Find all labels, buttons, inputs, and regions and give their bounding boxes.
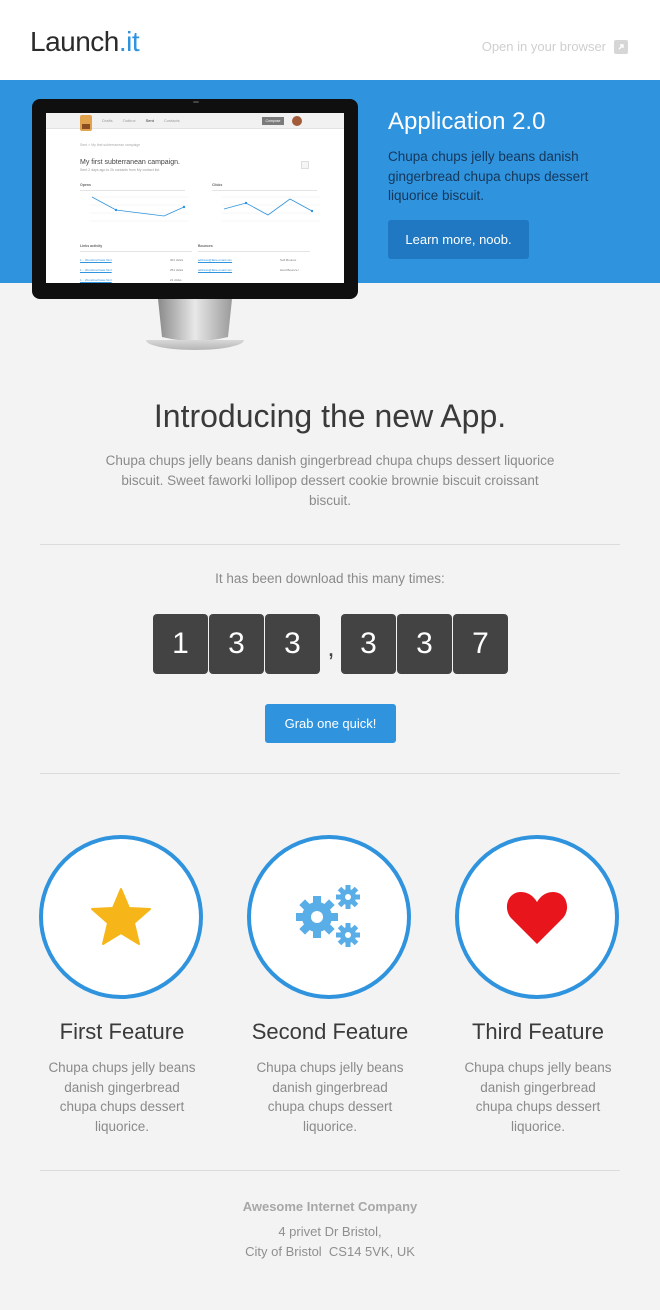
logo-accent: .it [118,26,140,57]
feature-circle-third [455,835,619,999]
clicks-chart [222,196,320,222]
feature-circle-first [39,835,203,999]
cake-logo-icon [80,115,92,131]
divider [80,251,192,252]
screen-nav-link: Outbox [122,118,136,123]
links-activity-label: Links activity [80,244,103,248]
grab-one-button[interactable]: Grab one quick! [265,704,396,743]
counter-digit: 3 [397,614,452,674]
star-icon [91,888,151,945]
monitor-camera [193,101,199,103]
bounce-email: address@fake-email.com [198,258,233,262]
screen-compose-button: Compose [262,117,284,125]
feature-circle-second [247,835,411,999]
counter-digit: 7 [453,614,508,674]
header: Launch.it Open in your browser [0,0,660,80]
hero-text: Chupa chups jelly beans danish gingerbre… [388,149,589,203]
feature-title-first: First Feature [59,1019,185,1044]
footer-address-line1: 4 privet Dr Bristol, [278,1224,382,1239]
heart-icon [506,892,568,944]
logo-main: Launch [30,26,119,57]
screen-nav: Drafts Outbox Sent Contacts Compose [46,113,344,131]
counter-digit: 3 [265,614,320,674]
screen-nav-link: Drafts [102,118,113,123]
divider [40,773,620,774]
learn-more-button[interactable]: Learn more, noob. [388,220,529,259]
link-row: 1... 2bundnochwas.html [80,258,112,262]
screen-nav-link: Sent [145,118,154,123]
counter-digit: 1 [153,614,208,674]
divider [40,544,620,545]
bounces-label: Bounces [198,244,213,248]
avatar [292,116,302,126]
open-in-browser-link[interactable]: Open in your browser [482,39,628,54]
link-count: 21 clicks [170,278,182,282]
footer-address: 4 privet Dr Bristol, City of Bristol CS1… [0,1222,660,1261]
link-count: 251 clicks [170,268,184,272]
opens-label: Opens [80,183,91,187]
open-in-browser-label: Open in your browser [481,39,606,54]
feature-title-third: Third Feature [471,1019,605,1044]
screen-subtitle: Sent 2 days ago to 2k contacts from My c… [80,168,160,172]
divider [80,190,185,191]
screen-settings-icon [301,161,309,169]
gears-icon [296,885,360,947]
footer-address-line2: City of Bristol CS14 5VK, UK [245,1243,415,1259]
clicks-label: Clicks [212,183,223,187]
download-counter-caption: It has been download this many times: [215,571,445,586]
counter-digit: 3 [209,614,264,674]
link-row: 1... 2bundnochwas.html [80,278,112,282]
screen-preview: Drafts Outbox Sent Contacts Compose Sent… [46,113,344,283]
feature-text-first: Chupa chups jelly beans danish gingerbre… [48,1060,196,1134]
bounce-type: Soft Bounce [280,258,297,262]
intro-title: Introducing the new App. [153,398,507,434]
divider [40,1170,620,1171]
counter-separator: , [327,632,335,662]
screen-nav-link: Contacts [163,118,180,123]
counter-digit: 3 [341,614,396,674]
external-link-icon [614,39,628,54]
hero-title: Application 2.0 [388,108,546,135]
feature-text-second: Chupa chups jelly beans danish gingerbre… [256,1060,404,1134]
screen-breadcrumb: Sent > My first subterranean campaign [80,143,141,147]
monitor-illustration: Drafts Outbox Sent Contacts Compose Sent… [32,99,358,299]
footer-company: Awesome Internet Company [242,1199,418,1214]
link-row: 1... 2bundnochwas.html [80,268,112,272]
divider [212,190,317,191]
logo[interactable]: Launch.it [30,26,140,58]
bounce-type: Hard Bounce ! [280,268,300,272]
feature-title-second: Second Feature [251,1019,409,1044]
feature-text-third: Chupa chups jelly beans danish gingerbre… [464,1060,612,1134]
opens-chart [90,196,188,222]
bounce-email: address@fake-email.com [198,268,233,272]
divider [198,251,310,252]
screen-nav-links: Drafts Outbox Sent Contacts [102,118,180,123]
screen-title: My first subterranean campaign. [80,159,180,166]
link-count: 301 clicks [170,258,184,262]
intro-text: Chupa chups jelly beans danish gingerbre… [105,453,555,508]
